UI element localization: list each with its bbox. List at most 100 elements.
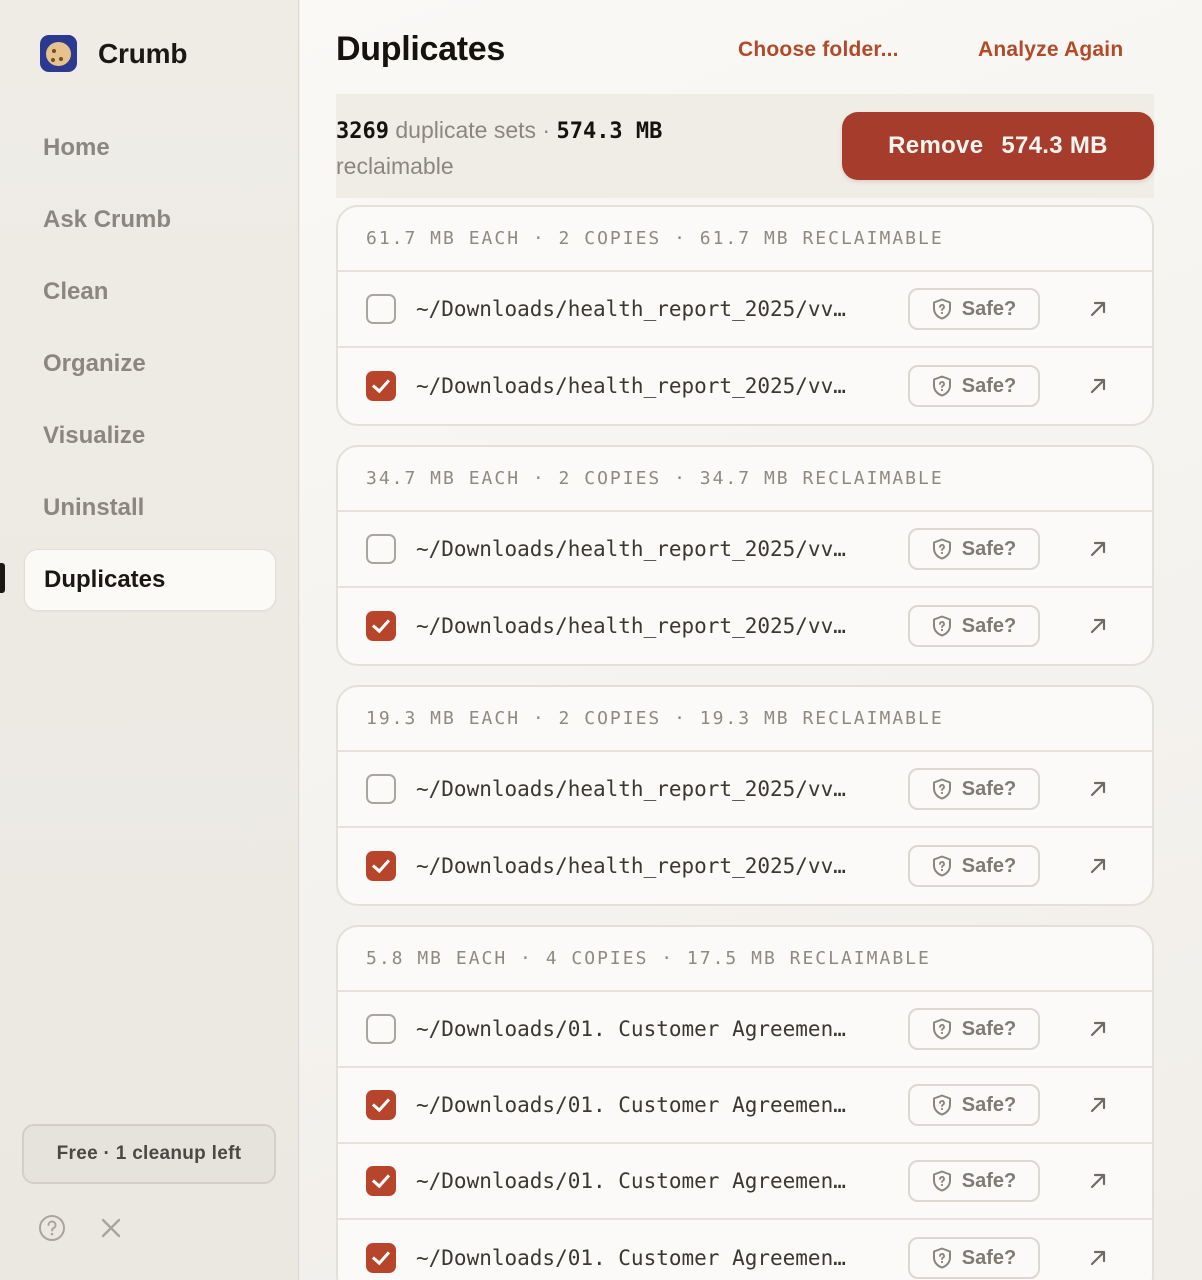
select-checkbox[interactable]	[366, 851, 396, 881]
sidebar: Crumb Home Ask Crumb Clean Organize Visu…	[0, 0, 299, 1280]
safe-check-button[interactable]: Safe?	[908, 288, 1040, 330]
safe-label: Safe?	[961, 374, 1017, 397]
remove-button[interactable]: Remove 574.3 MB	[842, 112, 1154, 180]
plan-badge[interactable]: Free · 1 cleanup left	[22, 1124, 276, 1184]
duplicate-group: 34.7 MB EACH · 2 COPIES · 34.7 MB RECLAI…	[336, 445, 1154, 666]
shield-question-icon	[932, 538, 952, 560]
shield-question-icon	[932, 855, 952, 877]
reveal-in-finder-icon[interactable]	[1086, 777, 1110, 801]
reveal-in-finder-icon[interactable]	[1086, 1017, 1110, 1041]
remove-label: Remove	[888, 132, 984, 159]
safe-check-button[interactable]: Safe?	[908, 1160, 1040, 1202]
file-row: ~/Downloads/health_report_2025/vv… Safe?	[338, 272, 1152, 348]
reveal-in-finder-icon[interactable]	[1086, 614, 1110, 638]
file-path: ~/Downloads/health_report_2025/vv…	[416, 374, 846, 398]
safe-label: Safe?	[961, 1169, 1017, 1192]
reveal-in-finder-icon[interactable]	[1086, 854, 1110, 878]
safe-check-button[interactable]: Safe?	[908, 528, 1040, 570]
select-checkbox[interactable]	[366, 1090, 396, 1120]
analyze-again-link[interactable]: Analyze Again	[978, 38, 1123, 62]
file-row: ~/Downloads/01. Customer Agreemen… Safe?	[338, 1068, 1152, 1144]
app-name: Crumb	[98, 37, 188, 69]
reveal-in-finder-icon[interactable]	[1086, 1246, 1110, 1270]
sidebar-item-visualize[interactable]: Visualize	[24, 405, 276, 467]
file-row: ~/Downloads/health_report_2025/vv… Safe?	[338, 828, 1152, 904]
safe-label: Safe?	[961, 297, 1017, 320]
duplicate-group: 5.8 MB EACH · 4 COPIES · 17.5 MB RECLAIM…	[336, 925, 1154, 1280]
close-icon[interactable]	[100, 1217, 122, 1239]
select-checkbox[interactable]	[366, 294, 396, 324]
file-row: ~/Downloads/health_report_2025/vv… Safe?	[338, 348, 1152, 424]
shield-question-icon	[932, 1247, 952, 1269]
help-circle-icon[interactable]	[38, 1214, 66, 1242]
file-row: ~/Downloads/01. Customer Agreemen… Safe?	[338, 1220, 1152, 1280]
brand: Crumb	[40, 35, 187, 72]
safe-check-button[interactable]: Safe?	[908, 1237, 1040, 1279]
choose-folder-link[interactable]: Choose folder...	[738, 38, 899, 62]
cookie-icon	[40, 35, 77, 72]
sets-label: duplicate sets ·	[388, 117, 557, 143]
sidebar-item-uninstall[interactable]: Uninstall	[24, 477, 276, 539]
select-checkbox[interactable]	[366, 1243, 396, 1273]
reveal-in-finder-icon[interactable]	[1086, 297, 1110, 321]
safe-label: Safe?	[961, 1017, 1017, 1040]
file-row: ~/Downloads/health_report_2025/vv… Safe?	[338, 588, 1152, 664]
shield-question-icon	[932, 1094, 952, 1116]
main-panel: Duplicates Choose folder... Analyze Agai…	[300, 0, 1202, 1280]
safe-check-button[interactable]: Safe?	[908, 605, 1040, 647]
file-path: ~/Downloads/01. Customer Agreemen…	[416, 1169, 846, 1193]
reveal-in-finder-icon[interactable]	[1086, 537, 1110, 561]
shield-question-icon	[932, 615, 952, 637]
reveal-in-finder-icon[interactable]	[1086, 1093, 1110, 1117]
file-row: ~/Downloads/01. Customer Agreemen… Safe?	[338, 1144, 1152, 1220]
total-reclaimable-size: 574.3 MB	[556, 119, 663, 144]
select-checkbox[interactable]	[366, 611, 396, 641]
reveal-in-finder-icon[interactable]	[1086, 1169, 1110, 1193]
shield-question-icon	[932, 1170, 952, 1192]
active-indicator	[0, 563, 5, 593]
file-row: ~/Downloads/health_report_2025/vv… Safe?	[338, 752, 1152, 828]
file-path: ~/Downloads/01. Customer Agreemen…	[416, 1246, 846, 1270]
summary-text: 3269 duplicate sets · 574.3 MB reclaimab…	[336, 113, 756, 183]
reveal-in-finder-icon[interactable]	[1086, 374, 1110, 398]
safe-label: Safe?	[961, 537, 1017, 560]
safe-label: Safe?	[961, 1093, 1017, 1116]
select-checkbox[interactable]	[366, 371, 396, 401]
sidebar-footer	[38, 1214, 122, 1242]
select-checkbox[interactable]	[366, 1166, 396, 1196]
sidebar-item-ask-crumb[interactable]: Ask Crumb	[24, 189, 276, 251]
shield-question-icon	[932, 375, 952, 397]
sidebar-item-duplicates[interactable]: Duplicates	[24, 549, 276, 611]
file-path: ~/Downloads/health_report_2025/vv…	[416, 854, 846, 878]
sidebar-item-clean[interactable]: Clean	[24, 261, 276, 323]
safe-check-button[interactable]: Safe?	[908, 1008, 1040, 1050]
safe-check-button[interactable]: Safe?	[908, 768, 1040, 810]
safe-label: Safe?	[961, 854, 1017, 877]
shield-question-icon	[932, 298, 952, 320]
reclaimable-label: reclaimable	[336, 153, 454, 179]
select-checkbox[interactable]	[366, 774, 396, 804]
shield-question-icon	[932, 778, 952, 800]
duplicate-group: 19.3 MB EACH · 2 COPIES · 19.3 MB RECLAI…	[336, 685, 1154, 906]
safe-check-button[interactable]: Safe?	[908, 365, 1040, 407]
shield-question-icon	[932, 1018, 952, 1040]
group-header: 34.7 MB EACH · 2 COPIES · 34.7 MB RECLAI…	[338, 447, 1152, 512]
select-checkbox[interactable]	[366, 534, 396, 564]
duplicate-set-count: 3269	[336, 119, 389, 144]
select-checkbox[interactable]	[366, 1014, 396, 1044]
sidebar-item-organize[interactable]: Organize	[24, 333, 276, 395]
file-row: ~/Downloads/01. Customer Agreemen… Safe?	[338, 992, 1152, 1068]
file-path: ~/Downloads/health_report_2025/vv…	[416, 777, 846, 801]
group-header: 19.3 MB EACH · 2 COPIES · 19.3 MB RECLAI…	[338, 687, 1152, 752]
sidebar-item-home[interactable]: Home	[24, 117, 276, 179]
group-header: 61.7 MB EACH · 2 COPIES · 61.7 MB RECLAI…	[338, 207, 1152, 272]
safe-check-button[interactable]: Safe?	[908, 845, 1040, 887]
group-header: 5.8 MB EACH · 4 COPIES · 17.5 MB RECLAIM…	[338, 927, 1152, 992]
sidebar-nav: Home Ask Crumb Clean Organize Visualize …	[24, 117, 276, 621]
remove-size: 574.3 MB	[1001, 132, 1108, 159]
file-path: ~/Downloads/health_report_2025/vv…	[416, 537, 846, 561]
safe-check-button[interactable]: Safe?	[908, 1084, 1040, 1126]
safe-label: Safe?	[961, 1246, 1017, 1269]
file-path: ~/Downloads/01. Customer Agreemen…	[416, 1093, 846, 1117]
file-row: ~/Downloads/health_report_2025/vv… Safe?	[338, 512, 1152, 588]
